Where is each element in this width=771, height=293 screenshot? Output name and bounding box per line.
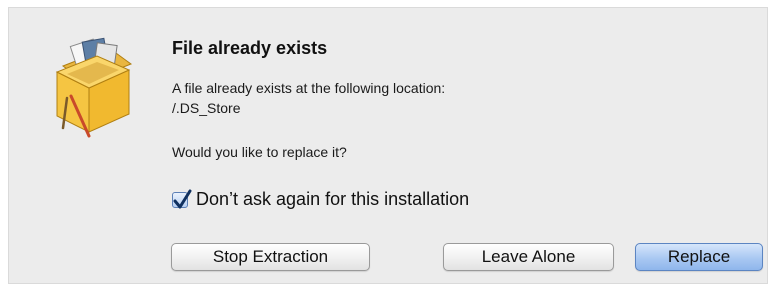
file-path: /.DS_Store: [172, 100, 241, 116]
message-line-1: A file already exists at the following l…: [172, 80, 446, 96]
package-installer-icon: [45, 36, 137, 138]
leave-alone-button[interactable]: Leave Alone: [443, 243, 614, 271]
dont-ask-again-checkbox[interactable]: [172, 189, 192, 208]
checkmark-icon: [173, 189, 192, 208]
stop-extraction-button[interactable]: Stop Extraction: [171, 243, 370, 271]
replace-question: Would you like to replace it?: [172, 144, 347, 160]
dont-ask-again-checkbox-row[interactable]: Don’t ask again for this installation: [172, 189, 469, 210]
replace-button[interactable]: Replace: [635, 243, 763, 271]
dont-ask-again-label: Don’t ask again for this installation: [196, 189, 470, 209]
dialog-title: File already exists: [172, 38, 328, 58]
file-exists-dialog: File already exists A file already exist…: [8, 7, 768, 284]
